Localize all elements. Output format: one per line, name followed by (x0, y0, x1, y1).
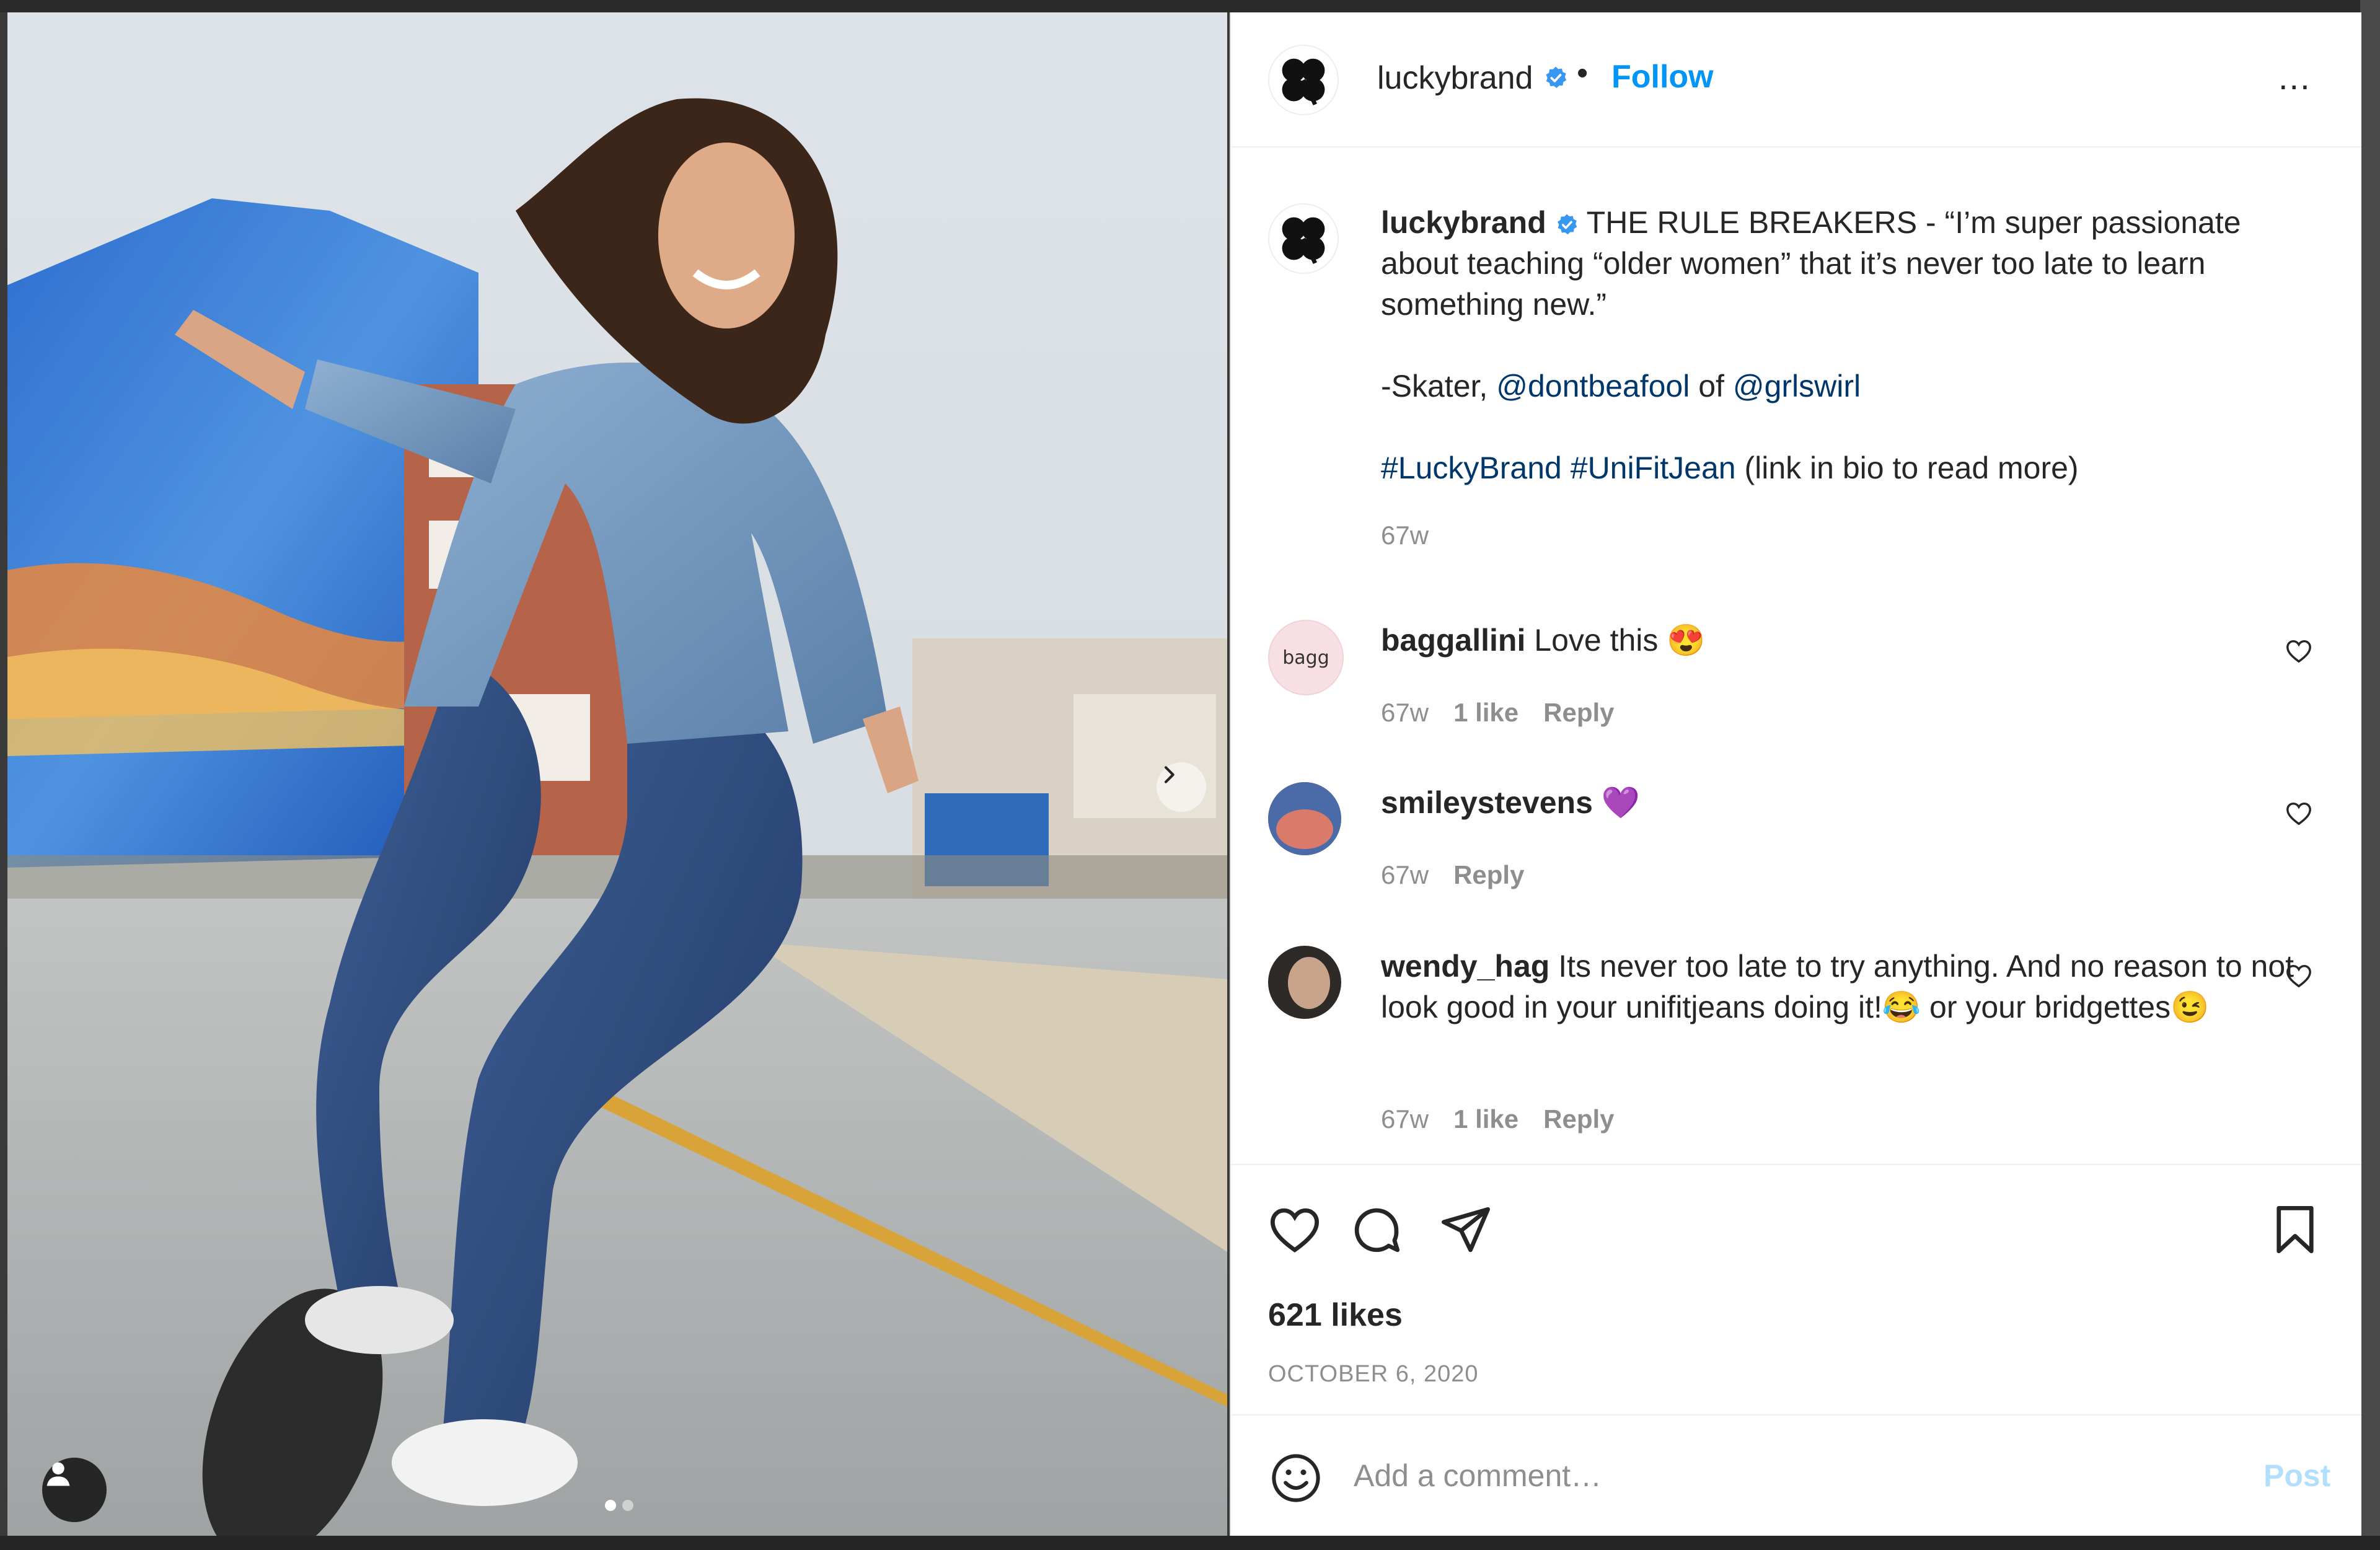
comment-username[interactable]: baggallini (1381, 623, 1525, 658)
comment-text: smileystevens 💜 (1381, 782, 2298, 823)
likes-count[interactable]: 621 likes (1268, 1297, 1403, 1334)
heart-icon (2286, 964, 2311, 988)
comment-time[interactable]: 67w (1381, 860, 1429, 889)
comment-like-button[interactable] (2285, 637, 2313, 669)
emoji-button[interactable] (1268, 1450, 1324, 1509)
commenter-avatar[interactable] (1268, 946, 1341, 1019)
comment-input[interactable] (1352, 1449, 2210, 1502)
comment-body: 💜 (1601, 785, 1641, 820)
caption-of: of (1698, 369, 1724, 403)
like-button[interactable] (1267, 1202, 1323, 1261)
background-bottom (0, 1536, 2380, 1550)
comment-thread[interactable]: luckybrand THE RULE BREAKERS - “I’m supe… (1231, 146, 2361, 1163)
verified-badge-icon (1557, 214, 1577, 234)
comment-composer: Post (1231, 1414, 2361, 1537)
comment-body: Love this 😍 (1534, 623, 1706, 658)
save-button[interactable] (2267, 1202, 2323, 1261)
reply-button[interactable]: Reply (1543, 698, 1614, 727)
comment-text: baggallini Love this 😍 (1381, 620, 2298, 661)
header-separator: • (1577, 55, 1589, 91)
caption-time[interactable]: 67w (1381, 521, 1429, 550)
comment-meta: 67w Reply (1381, 860, 1549, 890)
post-date[interactable]: OCTOBER 6, 2020 (1268, 1361, 1479, 1388)
comment-meta: 67w 1 like Reply (1381, 698, 1639, 728)
caption-text: luckybrand THE RULE BREAKERS - “I’m supe… (1381, 202, 2298, 488)
verified-badge-icon (1543, 66, 1568, 90)
tagged-users-button[interactable] (42, 1458, 107, 1522)
mention-link[interactable]: @dontbeafool (1496, 369, 1690, 403)
emoji-icon (1272, 1454, 1320, 1502)
post-actions: 621 likes OCTOBER 6, 2020 (1231, 1164, 2361, 1413)
bookmark-icon (2276, 1206, 2314, 1254)
background-strip (0, 0, 2380, 12)
post-header: luckybrand • Follow ... (1231, 12, 2361, 148)
follow-button[interactable]: Follow (1611, 58, 1714, 95)
clover-logo-icon (1282, 217, 1325, 265)
comment-time[interactable]: 67w (1381, 698, 1429, 727)
reply-button[interactable]: Reply (1543, 1104, 1614, 1134)
caption-username[interactable]: luckybrand (1381, 205, 1546, 240)
comment-likes[interactable]: 1 like (1453, 1104, 1518, 1134)
comment-meta: 67w 1 like Reply (1381, 1104, 1639, 1134)
commenter-avatar[interactable] (1268, 782, 1341, 855)
comment-icon (1354, 1208, 1400, 1253)
author-username[interactable]: luckybrand (1377, 59, 1533, 97)
send-icon (1442, 1207, 1490, 1253)
post-detail-panel: luckybrand • Follow ... luckybrand THE R… (1230, 12, 2361, 1536)
comment-text: wendy_hag Its never too late to try anyt… (1381, 946, 2298, 1028)
comment-username[interactable]: wendy_hag (1381, 949, 1549, 984)
carousel-indicator (605, 1500, 633, 1511)
commenter-avatar[interactable]: bagg (1268, 620, 1344, 695)
avatar-photo (1268, 782, 1341, 855)
mention-link[interactable]: @grlswirl (1733, 369, 1861, 403)
avatar-logo-text: bagg (1282, 646, 1329, 669)
caption-author-avatar[interactable] (1268, 203, 1339, 274)
post-media[interactable] (7, 12, 1227, 1536)
caption-link-note: (link in bio to read more) (1744, 451, 2079, 485)
author-avatar[interactable] (1268, 45, 1339, 115)
carousel-dot-active (605, 1500, 616, 1511)
reply-button[interactable]: Reply (1453, 860, 1524, 889)
heart-icon (2286, 640, 2311, 663)
share-button[interactable] (1438, 1202, 1494, 1261)
more-options-icon[interactable]: ... (2278, 57, 2311, 97)
user-tag-icon (46, 1462, 70, 1486)
clover-logo-icon (1282, 58, 1325, 106)
next-slide-button[interactable] (1157, 762, 1206, 812)
hashtag-link[interactable]: #LuckyBrand (1381, 451, 1562, 485)
post-photo (7, 12, 1227, 1536)
avatar-photo (1268, 946, 1341, 1019)
comment-time[interactable]: 67w (1381, 1104, 1429, 1134)
caption-meta: 67w (1381, 521, 1453, 550)
chevron-right-icon (1164, 766, 1175, 783)
heart-icon (2286, 802, 2311, 826)
carousel-dot (622, 1500, 633, 1511)
post-comment-button[interactable]: Post (2263, 1458, 2330, 1494)
comment-button[interactable] (1349, 1202, 1404, 1261)
heart-icon (1270, 1208, 1320, 1253)
caption-credit: -Skater, (1381, 369, 1488, 403)
comment-like-button[interactable] (2285, 962, 2313, 993)
background-edge (2360, 0, 2380, 1550)
comment-username[interactable]: smileystevens (1381, 785, 1593, 820)
hashtag-link[interactable]: #UniFitJean (1571, 451, 1736, 485)
comment-like-button[interactable] (2285, 799, 2313, 831)
comment-likes[interactable]: 1 like (1453, 698, 1518, 727)
